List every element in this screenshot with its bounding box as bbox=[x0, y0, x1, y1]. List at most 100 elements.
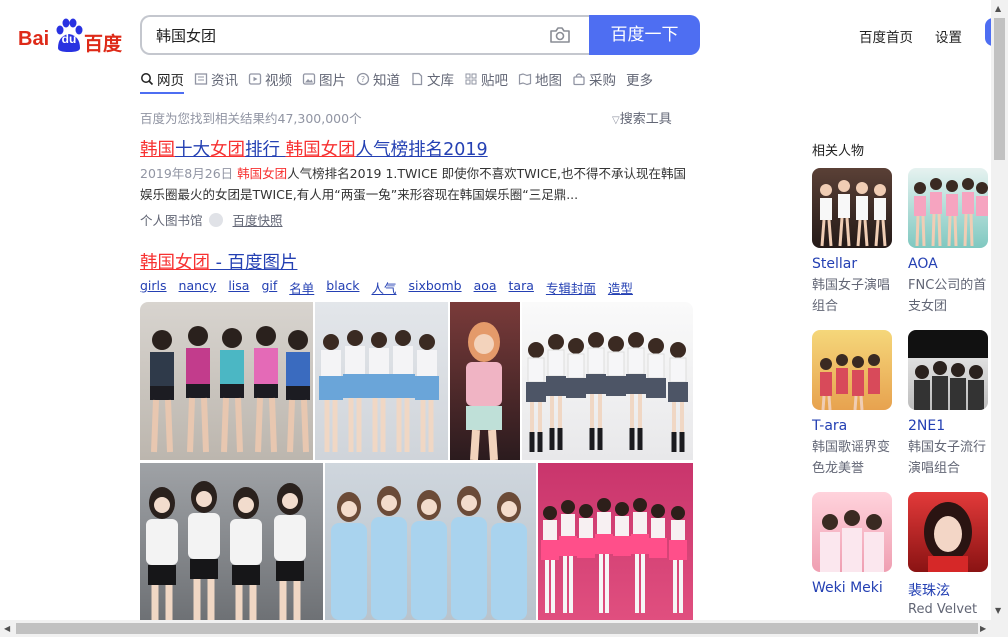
person-photo-irene[interactable] bbox=[908, 492, 988, 572]
title-highlight: 韩国 bbox=[140, 140, 175, 160]
image-tags: girls nancy lisa gif 名单 black 人气 sixbomb… bbox=[140, 278, 645, 297]
search-tools-label: 搜索工具 bbox=[619, 112, 672, 127]
bag-icon bbox=[573, 73, 585, 86]
image-tag[interactable]: sixbomb bbox=[408, 278, 461, 297]
tab-label: 贴吧 bbox=[481, 73, 508, 89]
photo-thumbnail[interactable] bbox=[522, 302, 693, 460]
scroll-down-arrow-icon[interactable]: ▼ bbox=[995, 606, 1001, 615]
image-result-title-link[interactable]: 韩国女团 - 百度图片 bbox=[140, 249, 297, 274]
filter-icon: ▽ bbox=[612, 115, 620, 126]
title-highlight: 韩国女团 bbox=[285, 140, 356, 160]
tab-image[interactable]: 图片 bbox=[302, 68, 346, 90]
search-tools-button[interactable]: ▽搜索工具 bbox=[612, 108, 672, 127]
dropdown-icon[interactable] bbox=[208, 212, 223, 227]
tab-label: 网页 bbox=[157, 73, 184, 89]
logo-text-du: du bbox=[61, 32, 77, 46]
portrait-photo bbox=[924, 502, 972, 572]
image-tag[interactable]: aoa bbox=[474, 278, 497, 297]
girl-group-photo bbox=[541, 498, 687, 613]
tab-label: 图片 bbox=[319, 73, 346, 89]
person-photo-aoa[interactable] bbox=[908, 168, 988, 248]
title-highlight: 女团 bbox=[210, 140, 245, 160]
person-photo-tara[interactable] bbox=[812, 330, 892, 410]
tab-tieba[interactable]: 贴吧 bbox=[464, 68, 508, 90]
tab-news[interactable]: 资讯 bbox=[194, 68, 238, 90]
person-photo-stellar[interactable] bbox=[812, 168, 892, 248]
baidu-logo[interactable]: Bai du 百度 bbox=[18, 16, 124, 55]
tab-web[interactable]: 网页 bbox=[140, 68, 184, 90]
tab-wenku[interactable]: 文库 bbox=[410, 68, 454, 90]
source-name[interactable]: 个人图书馆 bbox=[140, 210, 203, 229]
tab-label: 视频 bbox=[265, 73, 292, 89]
person-name-link[interactable]: Weki Meki bbox=[812, 580, 883, 596]
person-name-link[interactable]: 2NE1 bbox=[908, 418, 945, 434]
image-tag[interactable]: 人气 bbox=[371, 278, 396, 297]
person-name-link[interactable]: Stellar bbox=[812, 256, 857, 272]
tab-label: 知道 bbox=[373, 73, 400, 89]
image-tag[interactable]: black bbox=[326, 278, 359, 297]
title-text: 十大 bbox=[175, 140, 210, 160]
girl-group-photo bbox=[150, 326, 310, 453]
tab-video[interactable]: 视频 bbox=[248, 68, 292, 90]
news-icon bbox=[194, 73, 208, 85]
photo-thumbnail[interactable] bbox=[140, 302, 313, 460]
girl-group-photo bbox=[331, 486, 527, 620]
tab-zhidao[interactable]: ? 知道 bbox=[356, 68, 400, 90]
group-photo bbox=[820, 354, 880, 410]
snapshot-link[interactable]: 百度快照 bbox=[233, 210, 283, 229]
tab-label: 文库 bbox=[427, 73, 454, 89]
scroll-up-arrow-icon[interactable]: ▲ bbox=[995, 4, 1001, 13]
result-abstract: 2019年8月26日 韩国女团人气榜排名2019 1.TWICE 即使你不喜欢T… bbox=[140, 163, 696, 205]
person-name-link[interactable]: AOA bbox=[908, 256, 938, 272]
search-input[interactable] bbox=[156, 26, 536, 44]
photo-thumbnail[interactable] bbox=[538, 463, 693, 620]
result-count: 百度为您找到相关结果约47,300,000个 bbox=[140, 111, 362, 126]
image-tag[interactable]: 专辑封面 bbox=[546, 278, 596, 297]
group-photo bbox=[820, 510, 884, 572]
image-tag[interactable]: gif bbox=[261, 278, 277, 297]
tab-purchase[interactable]: 采购 bbox=[572, 68, 616, 90]
question-icon: ? bbox=[356, 72, 370, 86]
horizontal-scroll-thumb[interactable] bbox=[16, 623, 978, 634]
related-people-title: 相关人物 bbox=[812, 144, 865, 159]
search-button[interactable]: 百度一下 bbox=[589, 15, 700, 55]
image-tag[interactable]: tara bbox=[509, 278, 534, 297]
result-source: 个人图书馆 百度快照 bbox=[140, 210, 283, 229]
person-photo-weki-meki[interactable] bbox=[812, 492, 892, 572]
image-tag[interactable]: girls bbox=[140, 278, 167, 297]
title-text: - 百度图片 bbox=[210, 253, 298, 273]
person-name-link[interactable]: T-ara bbox=[812, 418, 847, 434]
search-box[interactable] bbox=[140, 15, 589, 55]
photo-thumbnail[interactable] bbox=[315, 302, 448, 460]
tab-label: 更多 bbox=[626, 73, 653, 89]
photo-thumbnail[interactable] bbox=[325, 463, 536, 620]
image-tag[interactable]: lisa bbox=[228, 278, 249, 297]
image-tag[interactable]: nancy bbox=[179, 278, 217, 297]
image-tag[interactable]: 造型 bbox=[608, 278, 633, 297]
group-photo bbox=[820, 180, 887, 247]
tab-more[interactable]: 更多 bbox=[626, 68, 653, 90]
image-tag[interactable]: 名单 bbox=[289, 278, 314, 297]
tab-map[interactable]: 地图 bbox=[518, 68, 562, 90]
person-photo-2ne1[interactable] bbox=[908, 330, 988, 410]
vertical-scroll-thumb[interactable] bbox=[994, 18, 1005, 160]
result-title-link[interactable]: 韩国十大女团排行 韩国女团人气榜排名2019 bbox=[140, 136, 488, 161]
singer-photo bbox=[466, 322, 502, 460]
photo-thumbnail[interactable] bbox=[140, 463, 323, 620]
active-tab-indicator bbox=[140, 92, 184, 94]
scroll-right-arrow-icon[interactable]: ▶ bbox=[980, 624, 986, 633]
group-photo bbox=[914, 178, 988, 247]
person-description: 韩国女子流行演唱组合 bbox=[908, 440, 987, 476]
scroll-left-arrow-icon[interactable]: ◀ bbox=[4, 624, 10, 633]
girl-group-photo bbox=[319, 330, 439, 452]
map-icon bbox=[518, 73, 532, 86]
person-name-link[interactable]: 裴珠泫 bbox=[908, 580, 950, 600]
photo-thumbnail[interactable] bbox=[450, 302, 520, 460]
girl-group-photo bbox=[526, 332, 688, 452]
title-highlight: 韩国女团 bbox=[140, 253, 210, 273]
baidu-home-link[interactable]: 百度首页 bbox=[859, 26, 913, 46]
camera-icon[interactable] bbox=[549, 25, 571, 45]
result-date: 2019年8月26日 bbox=[140, 166, 234, 181]
tieba-icon bbox=[465, 73, 477, 85]
settings-link[interactable]: 设置 bbox=[935, 26, 962, 46]
